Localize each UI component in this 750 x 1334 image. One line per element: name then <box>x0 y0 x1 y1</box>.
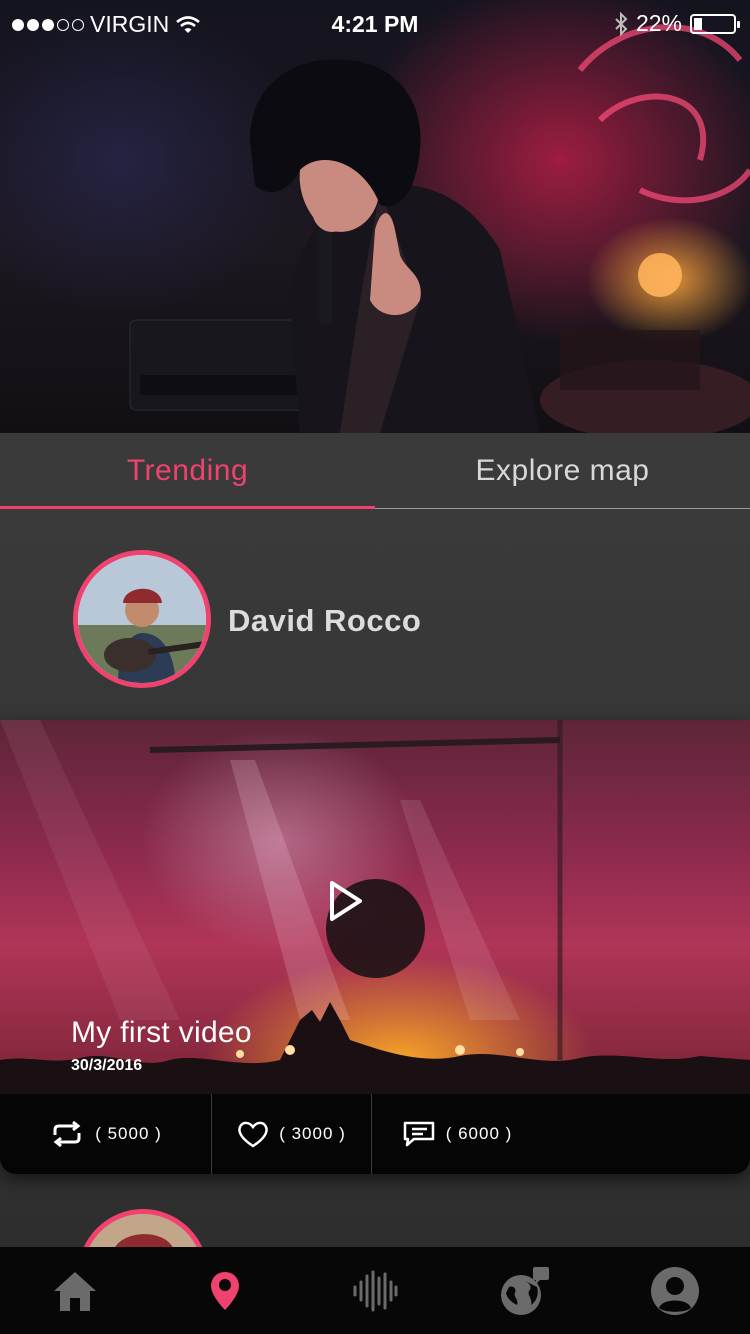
video-post-card: My first video 30/3/2016 ( 5000 ) ( 3000… <box>0 720 750 1174</box>
nav-home[interactable] <box>0 1247 150 1334</box>
video-title: My first video <box>71 1016 252 1049</box>
location-pin-icon <box>211 1271 239 1310</box>
nav-sounds[interactable] <box>300 1247 450 1334</box>
tab-trending[interactable]: Trending <box>0 433 375 509</box>
bluetooth-icon <box>615 11 628 36</box>
sound-wave-icon <box>353 1270 398 1311</box>
bottom-navigation <box>0 1247 750 1334</box>
author-name[interactable]: David Rocco <box>228 603 421 639</box>
avatar[interactable] <box>73 550 211 688</box>
repost-button[interactable]: ( 5000 ) <box>0 1094 212 1174</box>
comment-icon <box>403 1121 434 1147</box>
play-button[interactable] <box>326 879 425 978</box>
battery-percent: 22% <box>635 10 682 36</box>
post-actions: ( 5000 ) ( 3000 ) ( 6000 ) <box>0 1094 750 1174</box>
repost-icon <box>53 1121 81 1147</box>
comment-button[interactable]: ( 6000 ) <box>372 1094 542 1174</box>
globe-chat-icon <box>501 1266 549 1315</box>
nav-location[interactable] <box>150 1247 300 1334</box>
status-bar: VIRGIN 4:21 PM 22% <box>0 0 750 48</box>
home-icon <box>54 1271 96 1311</box>
like-button[interactable]: ( 3000 ) <box>212 1094 372 1174</box>
like-count: ( 3000 ) <box>279 1124 346 1143</box>
tab-explore-map[interactable]: Explore map <box>375 433 750 509</box>
comment-count: ( 6000 ) <box>445 1124 513 1143</box>
hero-concert-image <box>0 0 750 433</box>
nav-explore[interactable] <box>450 1247 600 1334</box>
post-author[interactable]: David Rocco <box>0 509 750 720</box>
heart-icon <box>238 1121 269 1148</box>
nav-profile[interactable] <box>600 1247 750 1334</box>
play-icon <box>330 881 362 921</box>
battery-icon <box>690 13 740 34</box>
profile-icon <box>651 1266 699 1315</box>
feed: David Rocco My first video 30/3/2016 (5… <box>0 509 750 1334</box>
video-thumbnail[interactable]: My first video 30/3/2016 <box>0 720 750 1094</box>
video-date: 30/3/2016 <box>71 1057 143 1074</box>
tab-bar: Trending Explore map <box>0 433 750 509</box>
repost-count: ( 5000 ) <box>95 1124 162 1143</box>
